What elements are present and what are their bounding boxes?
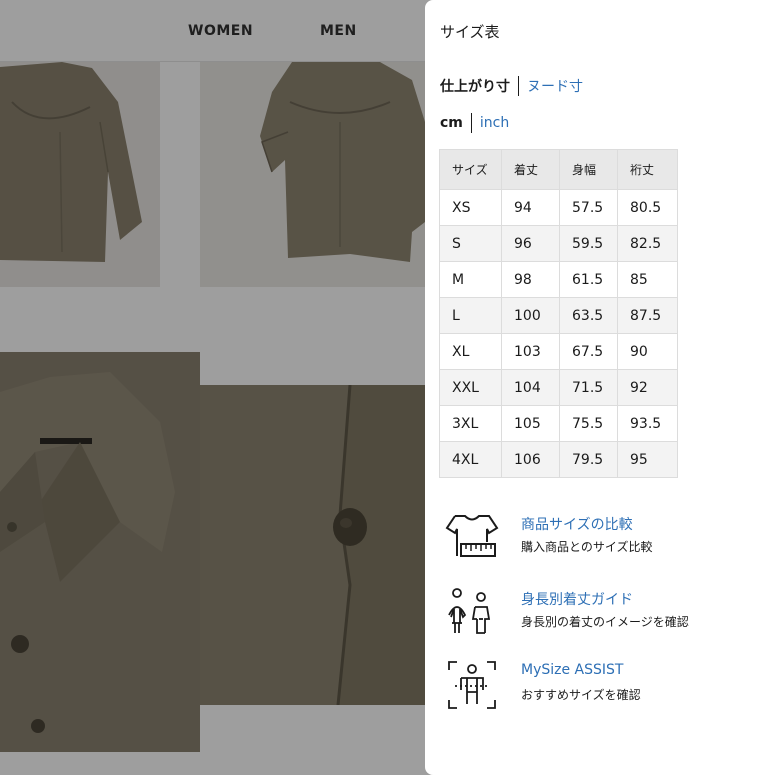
body-scan-icon — [445, 660, 499, 710]
table-cell: 4XL — [439, 441, 502, 478]
table-row: M 98 61.5 85 — [439, 261, 678, 298]
table-cell: 87.5 — [617, 297, 678, 334]
table-cell: 79.5 — [559, 441, 618, 478]
column-header: 裄丈 — [617, 149, 678, 190]
table-cell: XS — [439, 189, 502, 226]
table-cell: 90 — [617, 333, 678, 370]
column-header: 身幅 — [559, 149, 618, 190]
table-cell: XL — [439, 333, 502, 370]
table-cell: S — [439, 225, 502, 262]
column-header: サイズ — [439, 149, 502, 190]
table-cell: 94 — [501, 189, 560, 226]
table-cell: 98 — [501, 261, 560, 298]
body-size-tab[interactable]: ヌード寸 — [527, 76, 583, 96]
table-cell: XXL — [439, 369, 502, 406]
table-row: L 100 63.5 87.5 — [439, 297, 678, 334]
table-cell: 85 — [617, 261, 678, 298]
table-cell: 71.5 — [559, 369, 618, 406]
table-cell: 57.5 — [559, 189, 618, 226]
drawer-title: サイズ表 — [440, 23, 500, 41]
table-row: S 96 59.5 82.5 — [439, 225, 678, 262]
size-comparison-subtitle: 購入商品とのサイズ比較 — [521, 540, 653, 554]
table-cell: M — [439, 261, 502, 298]
mysize-assist-link[interactable]: MySize ASSIST おすすめサイズを確認 — [445, 660, 765, 710]
table-cell: 75.5 — [559, 405, 618, 442]
table-cell: 105 — [501, 405, 560, 442]
table-row: 4XL 106 79.5 95 — [439, 441, 678, 478]
table-row: XL 103 67.5 90 — [439, 333, 678, 370]
table-cell: 103 — [501, 333, 560, 370]
height-length-guide-subtitle: 身長別の着丈のイメージを確認 — [521, 615, 689, 629]
table-row: XS 94 57.5 80.5 — [439, 189, 678, 226]
column-header: 着丈 — [501, 149, 560, 190]
toggle-divider — [470, 113, 472, 133]
table-cell: 100 — [501, 297, 560, 334]
toggle-divider — [518, 76, 519, 96]
size-table: サイズ 着丈 身幅 裄丈 XS 94 57.5 80.5 S 96 59.5 8… — [439, 149, 678, 478]
table-cell: 104 — [501, 369, 560, 406]
table-cell: 96 — [501, 225, 560, 262]
table-cell: L — [439, 297, 502, 334]
mysize-assist-subtitle: おすすめサイズを確認 — [521, 688, 641, 702]
table-row: 3XL 105 75.5 93.5 — [439, 405, 678, 442]
finished-size-tab[interactable]: 仕上がり寸 — [440, 76, 510, 96]
table-row: XXL 104 71.5 92 — [439, 369, 678, 406]
unit-toggle: cm inch — [440, 112, 509, 134]
table-cell: 106 — [501, 441, 560, 478]
table-cell: 61.5 — [559, 261, 618, 298]
table-cell: 3XL — [439, 405, 502, 442]
fit-type-toggle: 仕上がり寸 ヌード寸 — [440, 75, 583, 97]
table-cell: 95 — [617, 441, 678, 478]
people-height-icon — [445, 587, 499, 637]
height-length-guide-link[interactable]: 身長別着丈ガイド 身長別の着丈のイメージを確認 — [445, 587, 765, 637]
table-cell: 82.5 — [617, 225, 678, 262]
height-length-guide-title: 身長別着丈ガイド — [521, 592, 633, 608]
size-comparison-title: 商品サイズの比較 — [521, 517, 633, 533]
table-cell: 63.5 — [559, 297, 618, 334]
table-cell: 67.5 — [559, 333, 618, 370]
size-chart-drawer: サイズ表 仕上がり寸 ヌード寸 cm inch サイズ 着丈 身幅 裄丈 XS … — [425, 0, 775, 775]
unit-cm-tab[interactable]: cm — [440, 115, 463, 131]
shirt-measure-icon — [445, 512, 499, 562]
table-cell: 93.5 — [617, 405, 678, 442]
size-comparison-link[interactable]: 商品サイズの比較 購入商品とのサイズ比較 — [445, 512, 765, 562]
table-header-row: サイズ 着丈 身幅 裄丈 — [439, 149, 678, 190]
mysize-assist-title: MySize ASSIST — [521, 662, 624, 678]
table-cell: 59.5 — [559, 225, 618, 262]
unit-inch-tab[interactable]: inch — [480, 115, 509, 131]
table-cell: 80.5 — [617, 189, 678, 226]
table-cell: 92 — [617, 369, 678, 406]
